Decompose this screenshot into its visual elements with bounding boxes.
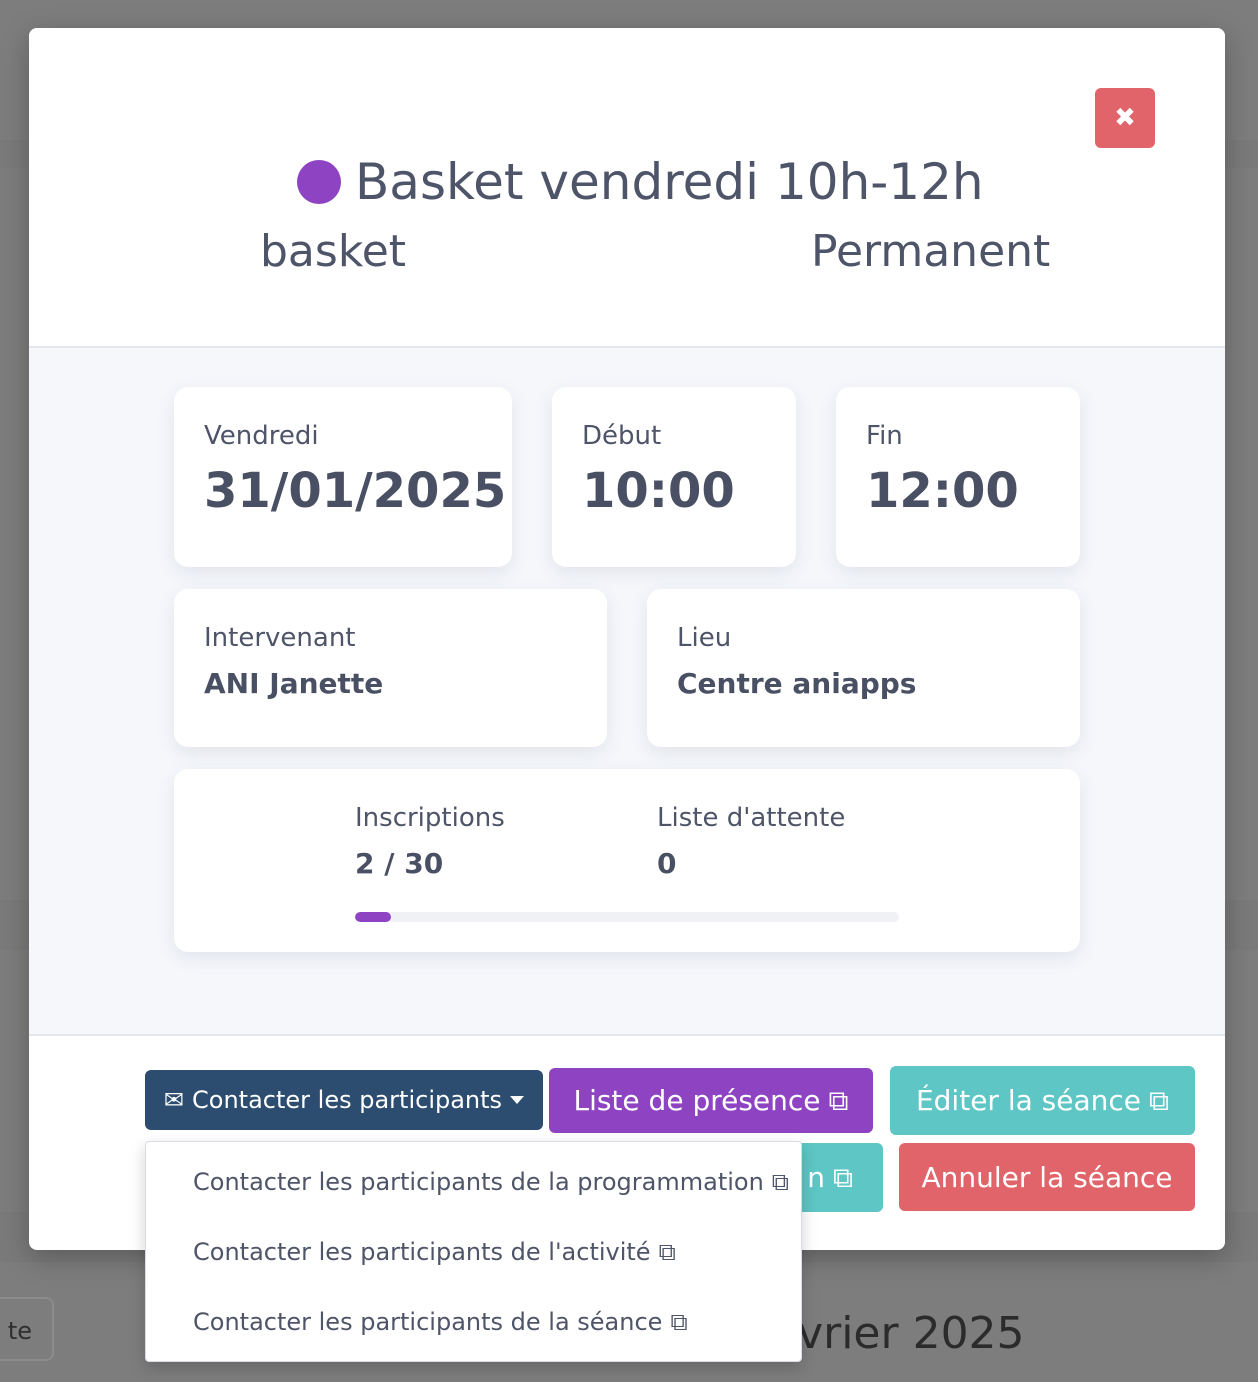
external-link-icon: ⧉: [1149, 1083, 1170, 1117]
start-value: 10:00: [582, 463, 735, 519]
contact-participants-button[interactable]: ✉ Contacter les participants: [145, 1070, 543, 1130]
close-button[interactable]: ✖: [1095, 88, 1155, 148]
start-card: Début 10:00: [552, 387, 796, 567]
external-link-icon: ⧉: [833, 1160, 853, 1194]
registrations-label: Inscriptions: [355, 803, 505, 833]
modal-header: ✖ Basket vendredi 10h-12h basket Permane…: [29, 28, 1225, 348]
times-icon: ✖: [1114, 103, 1136, 133]
activity-color-dot: [297, 160, 341, 204]
contact-participants-label: Contacter les participants: [192, 1086, 503, 1114]
activity-name: basket: [260, 226, 407, 277]
bg-month-label: évrier 2025: [770, 1308, 1025, 1359]
place-label: Lieu: [677, 623, 732, 653]
dropdown-item-programmation[interactable]: Contacter les participants de la program…: [193, 1168, 789, 1196]
external-link-icon: ⧉: [658, 1238, 676, 1266]
dropdown-item-label: Contacter les participants de l'activité: [193, 1238, 651, 1266]
edit-session-button[interactable]: Éditer la séance ⧉: [890, 1066, 1195, 1135]
hidden-button-label: n: [807, 1161, 825, 1194]
place-card: Lieu Centre aniapps: [647, 589, 1080, 747]
instructor-card: Intervenant ANI Janette: [174, 589, 607, 747]
external-link-icon: ⧉: [771, 1168, 789, 1196]
place-value: Centre aniapps: [677, 667, 917, 700]
external-link-icon: ⧉: [828, 1083, 849, 1117]
attendance-list-button[interactable]: Liste de présence ⧉: [549, 1068, 873, 1133]
registrations-progress-fill: [355, 912, 392, 922]
dropdown-item-activite[interactable]: Contacter les participants de l'activité…: [193, 1238, 676, 1266]
external-link-icon: ⧉: [670, 1308, 688, 1336]
modal-body: Vendredi 31/01/2025 Début 10:00 Fin 12:0…: [29, 348, 1225, 1036]
dropdown-item-seance[interactable]: Contacter les participants de la séance …: [193, 1308, 688, 1336]
edit-session-label: Éditer la séance: [915, 1084, 1142, 1117]
cancel-session-label: Annuler la séance: [921, 1160, 1173, 1194]
caret-down-icon: [510, 1096, 525, 1104]
waitlist-value: 0: [657, 847, 677, 880]
cancel-session-button[interactable]: Annuler la séance: [899, 1143, 1195, 1211]
contact-dropdown-menu: Contacter les participants de la program…: [145, 1141, 802, 1362]
attendance-list-label: Liste de présence: [573, 1084, 821, 1117]
date-card: Vendredi 31/01/2025: [174, 387, 512, 567]
registrations-progress-bar: [355, 912, 899, 922]
registrations-value: 2 / 30: [355, 847, 444, 880]
modal-title: Basket vendredi 10h-12h: [297, 153, 984, 211]
session-title: Basket vendredi 10h-12h: [355, 153, 984, 211]
dropdown-item-label: Contacter les participants de la séance: [193, 1308, 663, 1336]
session-type: Permanent: [811, 226, 1051, 277]
date-value: 31/01/2025: [204, 463, 507, 519]
instructor-value: ANI Janette: [204, 667, 384, 700]
bg-button: te: [0, 1297, 54, 1361]
end-label: Fin: [866, 421, 903, 451]
waitlist-label: Liste d'attente: [657, 803, 846, 833]
envelope-icon: ✉: [163, 1086, 185, 1114]
start-label: Début: [582, 421, 662, 451]
capacity-card: Inscriptions 2 / 30 Liste d'attente 0: [174, 769, 1080, 952]
end-card: Fin 12:00: [836, 387, 1080, 567]
instructor-label: Intervenant: [204, 623, 356, 653]
end-value: 12:00: [866, 463, 1019, 519]
day-label: Vendredi: [204, 421, 319, 451]
dropdown-item-label: Contacter les participants de la program…: [193, 1168, 764, 1196]
